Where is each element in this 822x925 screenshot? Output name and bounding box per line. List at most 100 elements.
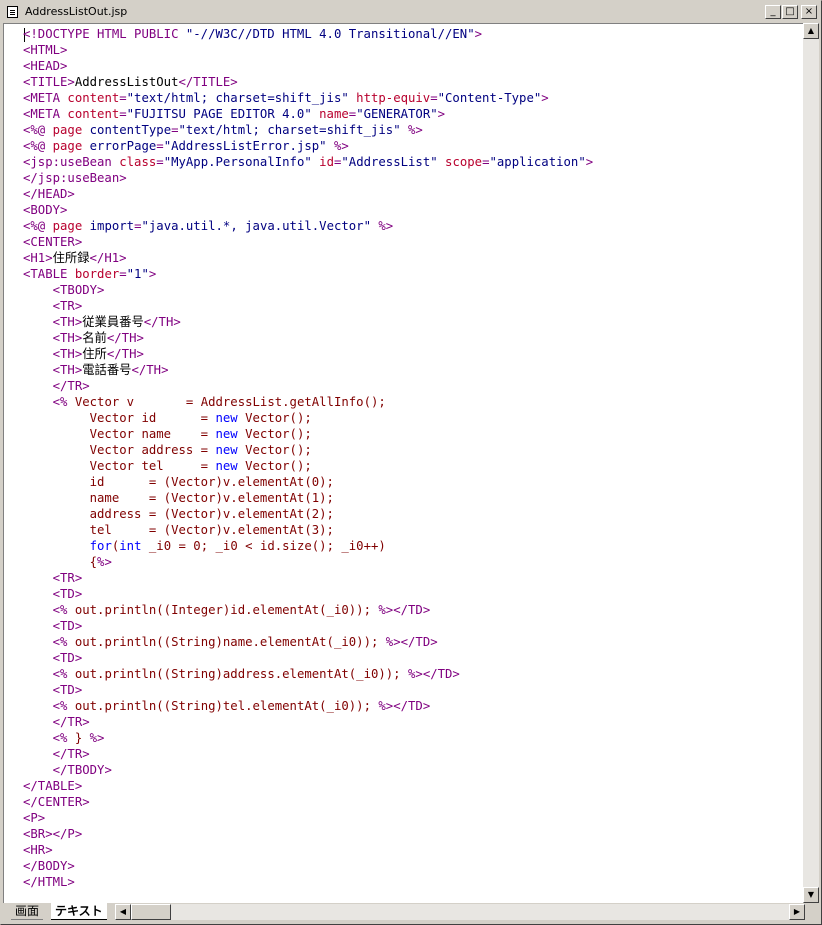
- tab-design-view[interactable]: 画面: [11, 903, 44, 920]
- source-code[interactable]: <!DOCTYPE HTML PUBLIC "-//W3C//DTD HTML …: [23, 26, 593, 890]
- code-line: <HTML>: [23, 42, 593, 58]
- code-token: </TD>: [393, 699, 431, 713]
- code-token: <BR></P>: [23, 827, 83, 841]
- code-token: <H1>: [23, 251, 53, 265]
- code-token: <META: [23, 107, 68, 121]
- code-token: <TH>: [52, 315, 83, 329]
- code-line: tel = (Vector)v.elementAt(3);: [23, 522, 593, 538]
- code-token: =: [171, 123, 179, 137]
- code-line: <CENTER>: [23, 234, 593, 250]
- horizontal-scrollbar[interactable]: ◀ ▶: [115, 904, 805, 920]
- code-line: <BR></P>: [23, 826, 593, 842]
- code-token: page: [52, 139, 83, 153]
- code-token: =: [156, 139, 164, 153]
- code-line: <TH>電話番号</TH>: [23, 362, 593, 378]
- code-line: <% out.println((String)name.elementAt(_i…: [23, 634, 593, 650]
- code-line: <TD>: [23, 650, 593, 666]
- code-line: <%@ page contentType="text/html; charset…: [23, 122, 593, 138]
- code-token: %>: [378, 603, 394, 617]
- code-token: <%: [52, 395, 68, 409]
- code-line: <HR>: [23, 842, 593, 858]
- code-line: {%>: [23, 554, 593, 570]
- code-token: </TR>: [52, 747, 90, 761]
- code-line: <META content="text/html; charset=shift_…: [23, 90, 593, 106]
- code-token: http-equiv: [356, 91, 431, 105]
- code-line: <HEAD>: [23, 58, 593, 74]
- code-token: <TD>: [52, 619, 83, 633]
- code-token: out.println((Integer)id.elementAt(_i0));: [67, 603, 379, 617]
- code-line: </CENTER>: [23, 794, 593, 810]
- code-token: AddressListOut: [74, 75, 179, 89]
- code-token: =: [119, 107, 127, 121]
- code-token: "FUJITSU PAGE EDITOR 4.0": [126, 107, 312, 121]
- code-token: Vector id =: [23, 411, 216, 425]
- code-token: <TITLE>: [23, 75, 75, 89]
- code-token: border: [74, 267, 120, 281]
- code-token: 住所: [82, 347, 107, 361]
- code-token: <jsp:useBean: [23, 155, 120, 169]
- code-line: <%@ page errorPage="AddressListError.jsp…: [23, 138, 593, 154]
- code-token: Vector();: [237, 427, 312, 441]
- code-token: for: [89, 539, 112, 553]
- code-token: "text/html; charset=shift_jis": [178, 123, 401, 137]
- code-token: Vector name =: [23, 427, 216, 441]
- code-token: </jsp:useBean>: [23, 171, 127, 185]
- code-token: errorPage: [89, 139, 157, 153]
- code-line: <% } %>: [23, 730, 593, 746]
- horizontal-scroll-thumb[interactable]: [131, 904, 171, 920]
- scroll-down-button[interactable]: ▼: [803, 887, 819, 903]
- code-line: Vector address = new Vector();: [23, 442, 593, 458]
- minimize-button[interactable]: _: [765, 5, 781, 19]
- code-line: <TITLE>AddressListOut</TITLE>: [23, 74, 593, 90]
- code-line: <BODY>: [23, 202, 593, 218]
- code-line: id = (Vector)v.elementAt(0);: [23, 474, 593, 490]
- code-token: <%: [52, 635, 68, 649]
- code-token: Vector();: [237, 411, 312, 425]
- code-editor[interactable]: <!DOCTYPE HTML PUBLIC "-//W3C//DTD HTML …: [3, 23, 803, 903]
- code-token: </BODY>: [23, 859, 75, 873]
- code-token: </HEAD>: [23, 187, 75, 201]
- code-token: "GENERATOR": [356, 107, 438, 121]
- code-token: %>: [371, 219, 394, 233]
- code-token: %>: [97, 555, 112, 569]
- code-line: </TABLE>: [23, 778, 593, 794]
- vertical-scrollbar[interactable]: ▲ ▼: [803, 23, 819, 903]
- arrow-left-icon: ◀: [119, 907, 127, 916]
- close-button[interactable]: ×: [801, 5, 817, 19]
- code-line: </HTML>: [23, 874, 593, 890]
- scroll-left-button[interactable]: ◀: [115, 904, 131, 920]
- editor-gutter: [4, 24, 22, 903]
- code-token: %>: [400, 123, 423, 137]
- scroll-right-button[interactable]: ▶: [789, 904, 805, 920]
- code-token: <TD>: [52, 683, 83, 697]
- code-token: </TH>: [131, 363, 169, 377]
- code-token: <TBODY>: [52, 283, 105, 297]
- tab-text-view[interactable]: テキスト: [51, 903, 107, 920]
- code-token: %>: [408, 667, 423, 681]
- code-token: "application": [489, 155, 586, 169]
- code-line: <jsp:useBean class="MyApp.PersonalInfo" …: [23, 154, 593, 170]
- title-bar[interactable]: AddressListOut.jsp _ □ ×: [3, 3, 819, 21]
- code-token: "java.util.*, java.util.Vector": [141, 219, 371, 233]
- code-token: </TD>: [393, 603, 431, 617]
- code-token: </H1>: [89, 251, 127, 265]
- code-token: contentType: [89, 123, 172, 137]
- code-token: tel = (Vector)v.elementAt(3);: [23, 523, 334, 537]
- code-token: _i0 = 0; _i0 < id.size(); _i0++): [141, 539, 386, 553]
- code-line: </TR>: [23, 378, 593, 394]
- code-token: <%: [52, 603, 68, 617]
- code-line: <TR>: [23, 570, 593, 586]
- scroll-up-button[interactable]: ▲: [803, 23, 819, 39]
- code-line: </TR>: [23, 714, 593, 730]
- code-line: <% Vector v = AddressList.getAllInfo();: [23, 394, 593, 410]
- code-line: <TH>住所</TH>: [23, 346, 593, 362]
- maximize-button[interactable]: □: [782, 5, 798, 19]
